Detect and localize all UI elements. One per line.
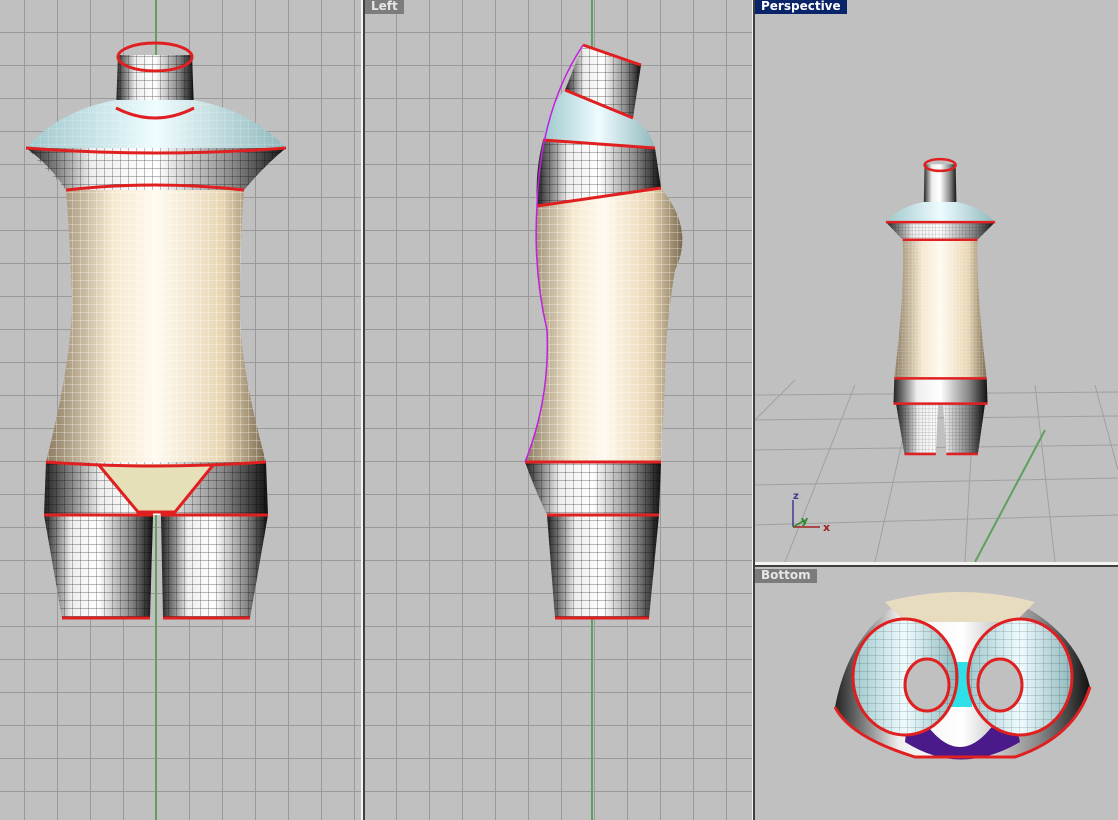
mannequin-side: z — [405, 0, 683, 820]
viewport-front[interactable] — [0, 0, 361, 820]
viewport-label-left[interactable]: Left — [365, 0, 404, 14]
viewport-left[interactable]: z Left — [365, 0, 752, 820]
viewport-label-perspective[interactable]: Perspective — [755, 0, 847, 14]
perspective-scene: z y x — [755, 157, 1118, 562]
mannequin-front — [25, 0, 287, 820]
viewport-bottom[interactable]: Bottom — [755, 567, 1118, 820]
viewport-label-bottom[interactable]: Bottom — [755, 569, 817, 583]
axis-z-label: z — [793, 491, 799, 502]
axis-triad: z y x — [792, 491, 830, 534]
viewport-perspective[interactable]: z y x Perspective — [755, 0, 1118, 562]
axis-y-label: y — [801, 514, 808, 527]
axis-x-label: x — [823, 521, 830, 534]
mannequin-bottom — [833, 592, 1092, 760]
